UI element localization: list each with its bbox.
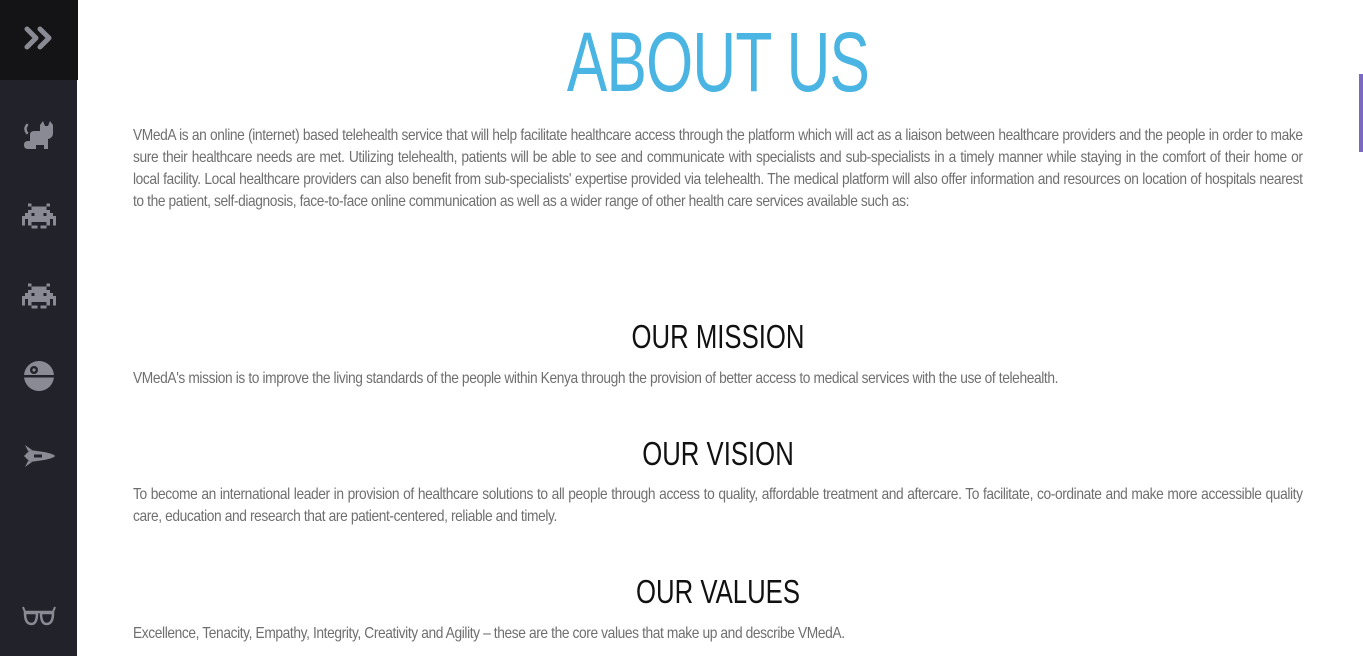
intro-paragraph: VMedA is an online (internet) based tele…	[133, 127, 1303, 210]
sidebar-item-death-star[interactable]	[0, 346, 77, 406]
cat-icon	[22, 119, 56, 153]
page-title: ABOUT US	[566, 15, 870, 109]
sidebar-item-glasses[interactable]	[0, 586, 77, 646]
sidebar-item-spaceship[interactable]	[0, 426, 77, 486]
glasses-icon	[21, 604, 56, 628]
mission-heading: OUR MISSION	[631, 318, 805, 355]
sidebar	[0, 0, 78, 656]
spaceship-icon	[22, 444, 56, 468]
sidebar-toggle-button[interactable]	[0, 0, 78, 80]
vision-text: To become an international leader in pro…	[133, 486, 1303, 525]
death-star-icon	[23, 360, 55, 392]
vision-heading: OUR VISION	[642, 435, 794, 472]
values-text: Excellence, Tenacity, Empathy, Integrity…	[133, 625, 845, 642]
sidebar-item-cat[interactable]	[0, 106, 77, 166]
space-invader-icon	[21, 283, 56, 309]
mission-text: VMedA's mission is to improve the living…	[133, 370, 1059, 387]
double-chevron-right-icon	[24, 26, 54, 55]
scrollbar-thumb[interactable]	[1359, 74, 1363, 152]
values-heading: OUR VALUES	[635, 573, 801, 610]
sidebar-item-invader-2[interactable]	[0, 266, 77, 326]
space-invader-icon	[21, 203, 56, 229]
sidebar-item-invader-1[interactable]	[0, 186, 77, 246]
